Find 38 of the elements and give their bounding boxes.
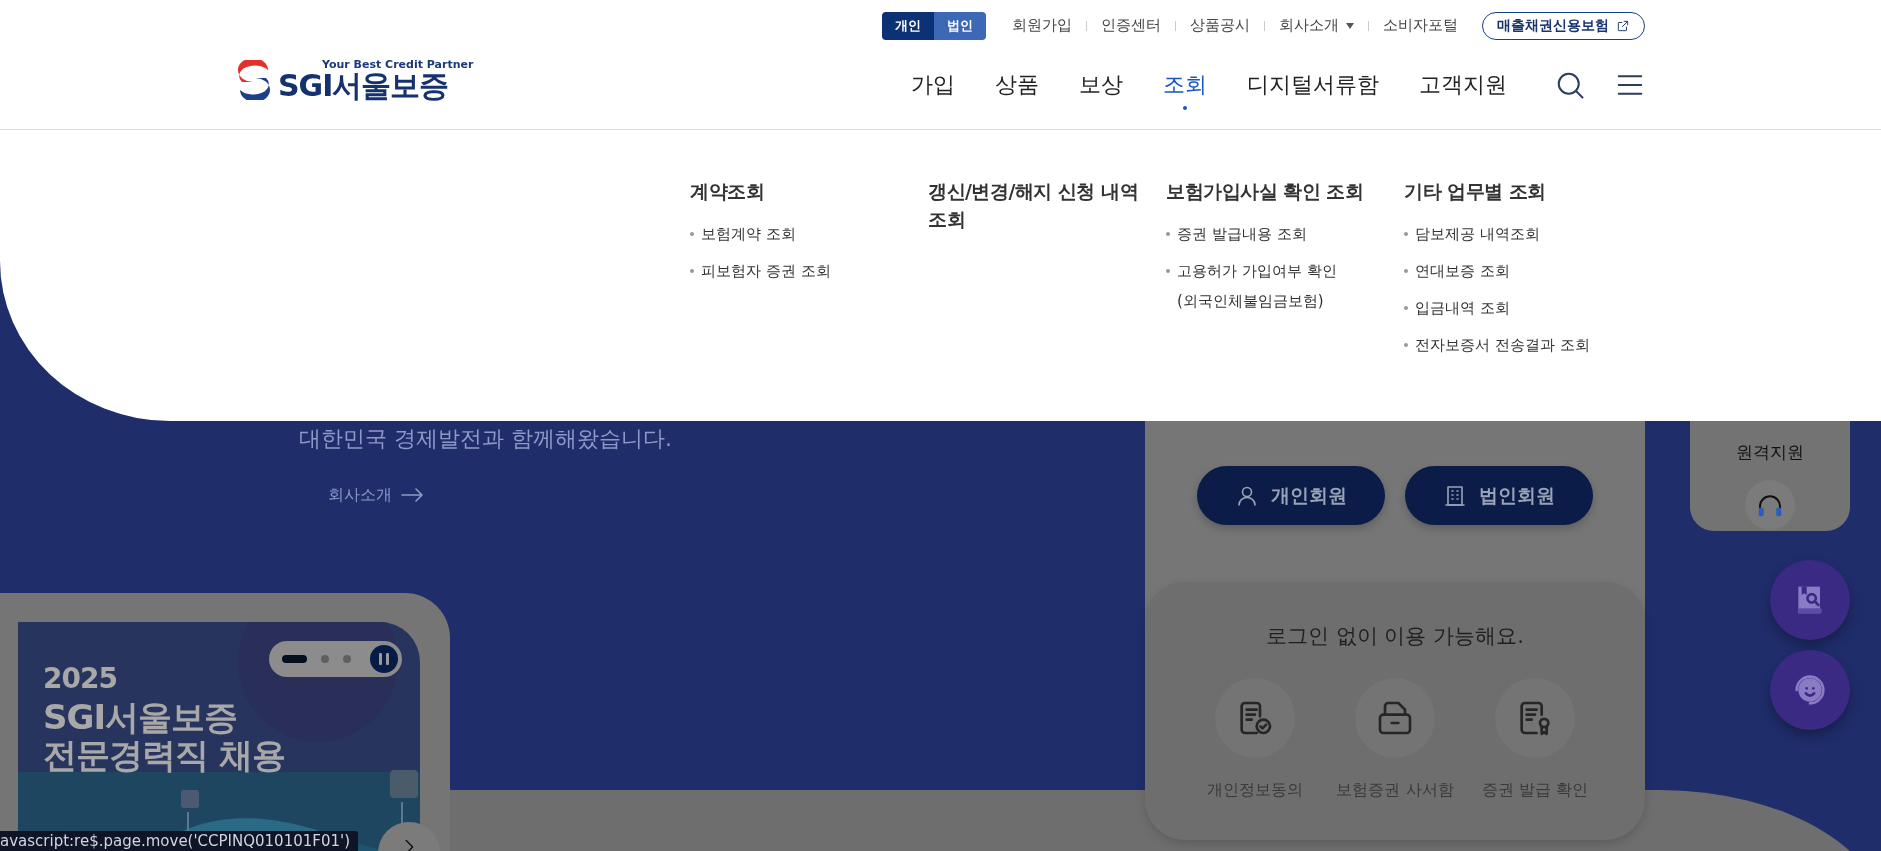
banner-title: 전문경력직 채용 [43, 736, 285, 774]
member-login-button[interactable]: 개인회원 [1197, 466, 1385, 525]
menu-heading[interactable]: 보험가입사실 확인 조회 [1166, 177, 1386, 205]
menu-heading[interactable]: 기타 업무별 조회 [1404, 177, 1624, 205]
menu-item[interactable]: 증권 발급내용 조회 [1166, 219, 1392, 249]
utility-link[interactable]: 인증센터 [1101, 16, 1161, 35]
guest-title: 로그인 없이 이용 가능해요. [1266, 623, 1524, 650]
utility-link[interactable]: 회원가입 [1012, 16, 1072, 35]
hero-link[interactable]: 회사소개 [328, 483, 424, 507]
menu-heading[interactable]: 갱신/변경/해지 신청 내역 조회 [928, 177, 1148, 233]
nav-tab[interactable]: 디지털서류함 [1247, 69, 1379, 110]
utility-link[interactable]: 상품공시 [1190, 16, 1250, 35]
menu-item[interactable]: 피보험자 증권 조회 [690, 256, 916, 286]
menu-item[interactable]: 담보제공 내역조회 [1404, 219, 1630, 249]
menu-item[interactable]: 전자보증서 전송결과 조회 [1404, 330, 1630, 360]
nav-tab[interactable]: 상품 [995, 69, 1039, 110]
banner-title: SGI서울보증 [43, 698, 239, 736]
remote-support-button[interactable]: 원격지원 [1690, 421, 1850, 531]
logo-name[interactable]: SGI서울보증 [278, 71, 474, 101]
account-type-tab[interactable]: 법인 [934, 11, 986, 40]
menu-item[interactable]: 연대보증 조회 [1404, 256, 1630, 286]
hero-subtitle: 대한민국 경제발전과 함께해왔습니다. [298, 425, 673, 453]
utility-link[interactable]: 회사소개 [1279, 16, 1354, 35]
nav-tab[interactable]: 가입 [911, 69, 955, 110]
menu-item[interactable]: 고용허가 가입여부 확인 (외국인체불임금보험) [1166, 256, 1392, 316]
nav-tab[interactable]: 고객지원 [1419, 69, 1507, 110]
menu-heading[interactable]: 계약조회 [690, 177, 910, 205]
nav-tab[interactable]: 조회 [1163, 69, 1207, 110]
account-type-tab[interactable]: 개인 [882, 11, 934, 40]
menu-item[interactable]: 입금내역 조회 [1404, 293, 1630, 323]
logo-tagline: Your Best Credit Partner [322, 58, 474, 71]
banner-title: 2025 [43, 661, 118, 697]
member-login-button[interactable]: 법인회원 [1405, 466, 1593, 525]
utility-link[interactable]: 소비자포털 [1383, 16, 1458, 35]
menu-item[interactable]: 보험계약 조회 [690, 219, 916, 249]
external-link-button[interactable]: 매출채권신용보험 [1482, 11, 1645, 40]
status-bar: avascript:re$.page.move('CCPINQ010101F01') [0, 831, 358, 851]
nav-tab[interactable]: 보상 [1079, 69, 1123, 110]
